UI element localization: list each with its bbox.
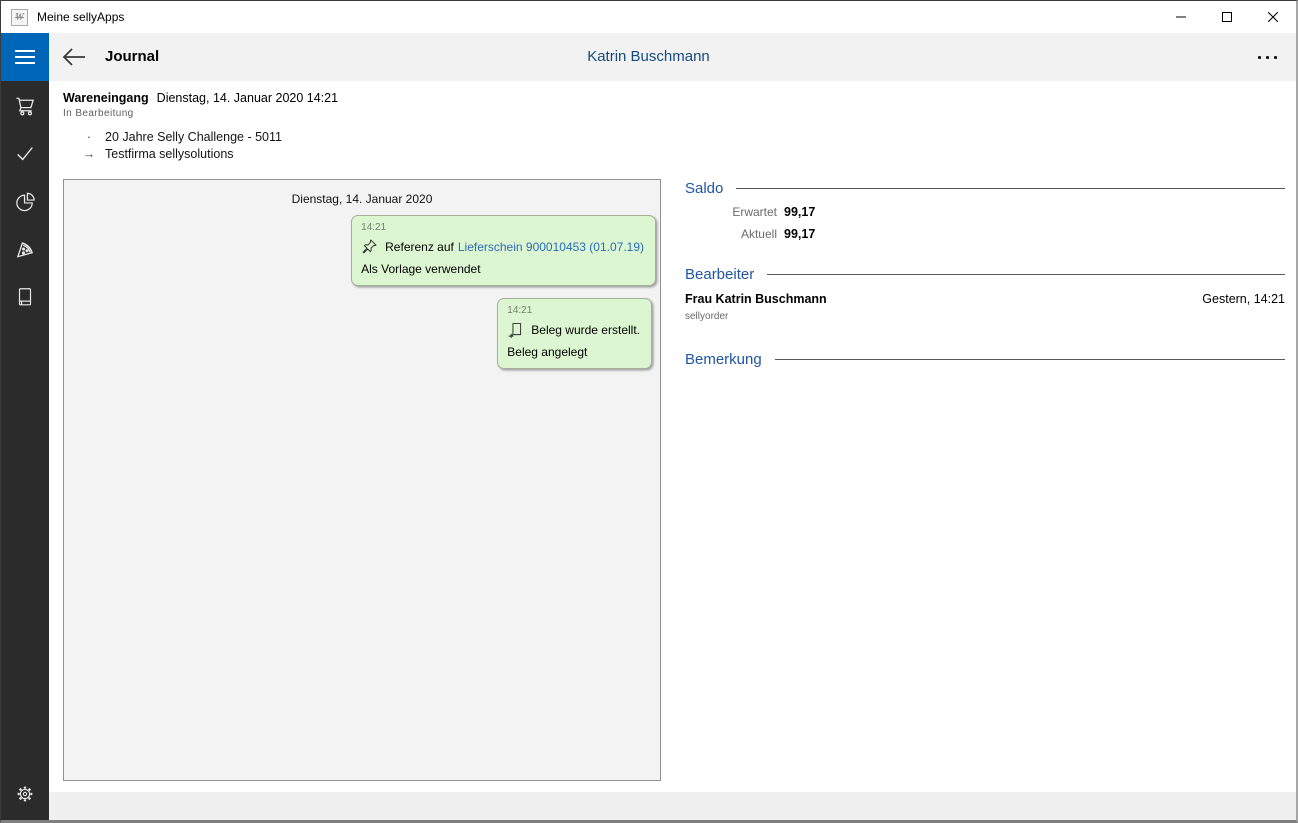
bemerkung-section: Bemerkung: [685, 351, 1285, 368]
document-type: Wareneingang: [63, 91, 149, 105]
saldo-row-erwartet: Erwartet 99,17: [685, 205, 1285, 219]
saldo-value: 99,17: [784, 227, 815, 241]
sidebar-item-pizza[interactable]: [1, 225, 49, 273]
bearbeiter-heading: Bearbeiter: [685, 266, 754, 283]
window-title: Meine sellyApps: [37, 10, 124, 24]
app-logo-icon: W: [11, 9, 28, 26]
more-dots-icon: [1258, 56, 1261, 59]
document-add-icon: [507, 321, 524, 338]
bearbeiter-section: Bearbeiter Frau Katrin Buschmann Gestern…: [685, 266, 1285, 322]
timeline-date-header: Dienstag, 14. Januar 2020: [292, 192, 433, 206]
journal-entry-card[interactable]: 14:21 Beleg wurde erstellt. Beleg angele…: [497, 298, 652, 369]
list-item-text: Testfirma sellysolutions: [105, 146, 234, 162]
saldo-value: 99,17: [784, 205, 815, 219]
journal-timeline-panel: Dienstag, 14. Januar 2020 14:21 Referenz…: [63, 179, 661, 781]
pizza-slice-icon: [14, 238, 36, 260]
more-options-button[interactable]: [1250, 47, 1284, 67]
bemerkung-heading: Bemerkung: [685, 351, 762, 368]
sidebar-item-statistics[interactable]: [1, 177, 49, 225]
sidebar-item-cart[interactable]: [1, 81, 49, 129]
contact-name[interactable]: Katrin Buschmann: [1, 33, 1296, 81]
status-badge: In Bearbeitung: [63, 108, 663, 119]
titlebar: W Meine sellyApps: [1, 1, 1296, 33]
sidebar: [1, 81, 49, 820]
checkmark-icon: [14, 142, 36, 164]
heading-rule: [775, 359, 1285, 360]
bearbeiter-name: Frau Katrin Buschmann: [685, 292, 827, 306]
list-item: · 20 Jahre Selly Challenge - 5011: [63, 129, 663, 145]
heading-rule: [767, 274, 1285, 275]
list-item: → Testfirma sellysolutions: [63, 146, 663, 162]
maximize-icon: [1222, 12, 1232, 22]
saldo-label: Erwartet: [685, 205, 777, 219]
entry-subtext: Beleg angelegt: [507, 345, 640, 359]
entry-text: Beleg wurde erstellt.: [531, 323, 640, 337]
saldo-row-aktuell: Aktuell 99,17: [685, 227, 1285, 241]
close-button[interactable]: [1250, 1, 1296, 33]
saldo-label: Aktuell: [685, 227, 777, 241]
document-header: Wareneingang Dienstag, 14. Januar 2020 14…: [63, 91, 663, 162]
saldo-heading: Saldo: [685, 180, 723, 197]
book-icon: [14, 286, 36, 308]
minimize-button[interactable]: [1158, 1, 1204, 33]
entry-main-line: Referenz auf Lieferschein 900010453 (01.…: [361, 238, 644, 255]
entry-timestamp: 14:21: [507, 305, 640, 316]
section-header: Bearbeiter: [685, 266, 1285, 283]
entry-text: Referenz auf: [385, 240, 454, 254]
entry-main-line: Beleg wurde erstellt.: [507, 321, 640, 338]
sidebar-item-tasks[interactable]: [1, 129, 49, 177]
bearbeiter-row: Frau Katrin Buschmann Gestern, 14:21: [685, 292, 1285, 306]
document-title-line: Wareneingang Dienstag, 14. Januar 2020 14…: [63, 91, 663, 105]
detail-panel: Saldo Erwartet 99,17 Aktuell 99,17 Bearb…: [685, 180, 1285, 368]
bearbeiter-subtitle: sellyorder: [685, 311, 1285, 322]
document-datetime: Dienstag, 14. Januar 2020 14:21: [157, 91, 338, 105]
saldo-section: Saldo Erwartet 99,17 Aktuell 99,17: [685, 180, 1285, 241]
section-header: Bemerkung: [685, 351, 1285, 368]
sidebar-item-settings[interactable]: [1, 770, 49, 818]
entry-subtext: Als Vorlage verwendet: [361, 262, 644, 276]
sidebar-item-journal[interactable]: [1, 273, 49, 321]
list-item-text: 20 Jahre Selly Challenge - 5011: [105, 129, 282, 145]
shopping-cart-icon: [14, 94, 37, 117]
document-link[interactable]: Lieferschein 900010453 (01.07.19): [458, 240, 644, 254]
window-controls: [1158, 1, 1296, 33]
arrow-marker: →: [81, 146, 97, 162]
pushpin-icon: [361, 238, 378, 255]
app-header: Journal Katrin Buschmann: [1, 33, 1296, 81]
gear-icon: [14, 783, 36, 805]
minimize-icon: [1176, 12, 1186, 22]
document-reference-list: · 20 Jahre Selly Challenge - 5011 → Test…: [63, 129, 663, 162]
pie-chart-icon: [14, 190, 37, 213]
bearbeiter-timestamp: Gestern, 14:21: [1202, 292, 1285, 306]
journal-entry-card[interactable]: 14:21 Referenz auf Lieferschein 90001045…: [351, 215, 656, 286]
close-icon: [1268, 12, 1278, 22]
entry-timestamp: 14:21: [361, 222, 644, 233]
app-window: W Meine sellyApps Journal Katrin Buschma…: [0, 0, 1298, 823]
bottom-bar: [49, 792, 1296, 820]
section-header: Saldo: [685, 180, 1285, 197]
bullet-marker: ·: [81, 129, 97, 145]
heading-rule: [736, 188, 1285, 189]
maximize-button[interactable]: [1204, 1, 1250, 33]
